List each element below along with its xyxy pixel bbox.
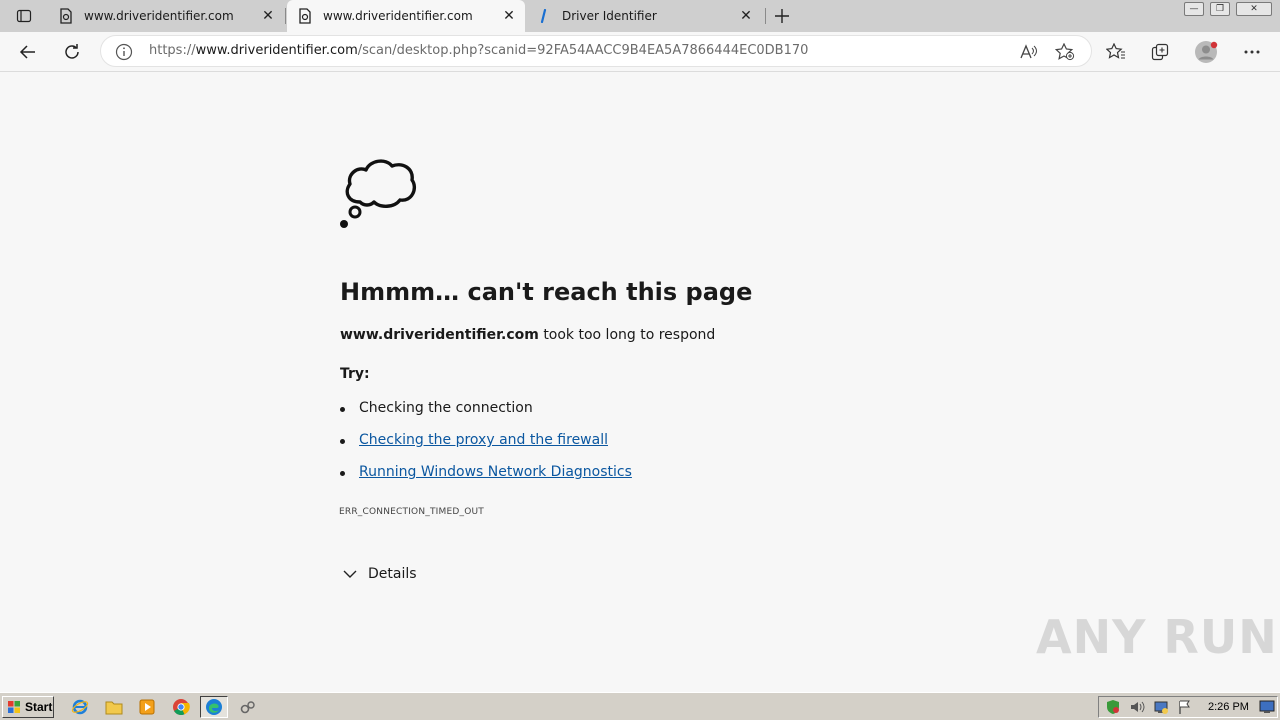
add-favorite-button[interactable] — [1053, 40, 1077, 64]
edge-taskbar-button[interactable] — [200, 696, 228, 718]
tab-title: www.driveridentifier.com — [84, 9, 234, 23]
address-bar[interactable]: https://www.driveridentifier.com/scan/de… — [100, 35, 1092, 67]
read-aloud-icon — [1020, 44, 1037, 59]
read-aloud-button[interactable] — [1017, 40, 1041, 64]
collections-icon — [1151, 43, 1169, 61]
details-label: Details — [368, 566, 417, 582]
chrome-icon — [173, 699, 190, 715]
driver-identifier-favicon-icon — [536, 8, 552, 24]
internet-explorer-taskbar-button[interactable] — [66, 696, 94, 718]
bullet-icon — [340, 439, 345, 444]
close-tab-icon[interactable]: ✕ — [497, 4, 521, 28]
settings-more-button[interactable] — [1236, 36, 1268, 68]
tab-1[interactable]: www.driveridentifier.com ✕ — [48, 0, 284, 32]
favorites-button[interactable] — [1100, 36, 1132, 68]
close-tab-icon[interactable]: ✕ — [256, 4, 280, 28]
details-toggle[interactable]: Details — [342, 566, 417, 582]
url-text[interactable]: https://www.driveridentifier.com/scan/de… — [149, 36, 808, 66]
media-player-taskbar-button[interactable] — [133, 696, 161, 718]
close-window-button[interactable]: ✕ — [1236, 2, 1272, 16]
error-code: ERR_CONNECTION_TIMED_OUT — [339, 507, 484, 517]
refresh-icon — [65, 44, 79, 59]
tab-title: Driver Identifier — [562, 9, 657, 23]
error-message-text: took too long to respond — [543, 327, 716, 343]
app-taskbar-button[interactable] — [234, 696, 262, 718]
back-button[interactable] — [12, 36, 44, 68]
restore-button[interactable]: ❐ — [1210, 2, 1230, 16]
minimize-button[interactable]: — — [1184, 2, 1204, 16]
error-title: Hmmm… can't reach this page — [340, 278, 753, 306]
url-path: /scan/desktop.php?scanid=92FA54AACC9B4EA… — [357, 43, 809, 58]
collections-button[interactable] — [1144, 36, 1176, 68]
url-host: www.driveridentifier.com — [195, 43, 358, 58]
tab-title: www.driveridentifier.com — [323, 9, 473, 23]
chrome-taskbar-button[interactable] — [167, 696, 195, 718]
thought-cloud-icon — [340, 159, 417, 228]
tab-separator — [285, 8, 286, 24]
clock[interactable]: 2:26 PM — [1208, 701, 1249, 713]
taskbar: Start 2:26 PM — [0, 692, 1280, 720]
try-label: Try: — [340, 366, 370, 382]
error-page: Hmmm… can't reach this page www.driverid… — [0, 72, 1280, 692]
action-center-flag-icon[interactable] — [1174, 698, 1196, 716]
windows-flag-icon — [8, 701, 20, 713]
back-arrow-icon — [19, 45, 35, 59]
star-add-icon — [1055, 43, 1075, 61]
new-tab-button[interactable] — [770, 4, 794, 28]
restore-icon: ❐ — [1215, 4, 1225, 14]
minimize-icon: — — [1189, 4, 1199, 14]
network-tray-icon[interactable] — [1150, 698, 1172, 716]
anyrun-watermark: ANY RUN — [1036, 610, 1278, 664]
error-host: www.driveridentifier.com — [340, 327, 539, 343]
chevron-down-icon — [343, 570, 357, 578]
volume-tray-icon[interactable] — [1126, 698, 1148, 716]
tab-2-active[interactable]: www.driveridentifier.com ✕ — [287, 0, 525, 32]
start-button[interactable]: Start — [2, 696, 54, 718]
error-message: www.driveridentifier.com took too long t… — [340, 327, 715, 343]
tab-actions-button[interactable] — [8, 4, 40, 28]
refresh-button[interactable] — [56, 36, 88, 68]
network-diagnostics-link[interactable]: Running Windows Network Diagnostics — [359, 464, 632, 480]
close-tab-icon[interactable]: ✕ — [734, 4, 758, 28]
tab-separator — [765, 8, 766, 24]
security-tray-icon[interactable] — [1102, 698, 1124, 716]
page-icon — [58, 8, 74, 24]
tab-strip: www.driveridentifier.com ✕ www.driveride… — [0, 0, 1280, 32]
start-label: Start — [25, 700, 53, 714]
bullet-icon — [340, 407, 345, 412]
browser-toolbar: https://www.driveridentifier.com/scan/de… — [0, 32, 1280, 72]
avatar-icon — [1195, 41, 1218, 63]
gears-icon — [240, 701, 255, 714]
folder-icon — [105, 701, 123, 715]
page-icon — [297, 8, 313, 24]
suggestion-text: Checking the connection — [359, 400, 533, 416]
show-desktop-icon[interactable] — [1256, 698, 1278, 716]
more-dots-icon — [1244, 50, 1260, 54]
profile-button[interactable] — [1190, 36, 1222, 68]
url-scheme: https:// — [149, 43, 196, 58]
edge-icon — [206, 699, 222, 715]
favorites-icon — [1106, 43, 1125, 59]
tab-3[interactable]: Driver Identifier ✕ — [526, 0, 762, 32]
info-icon[interactable] — [115, 43, 133, 61]
close-icon: ✕ — [1250, 4, 1258, 14]
tab-actions-icon — [16, 9, 32, 23]
explorer-taskbar-button[interactable] — [100, 696, 128, 718]
plus-icon — [775, 9, 789, 23]
media-player-icon — [139, 699, 155, 715]
proxy-firewall-link[interactable]: Checking the proxy and the firewall — [359, 432, 608, 448]
bullet-icon — [340, 471, 345, 476]
internet-explorer-icon — [71, 699, 89, 715]
